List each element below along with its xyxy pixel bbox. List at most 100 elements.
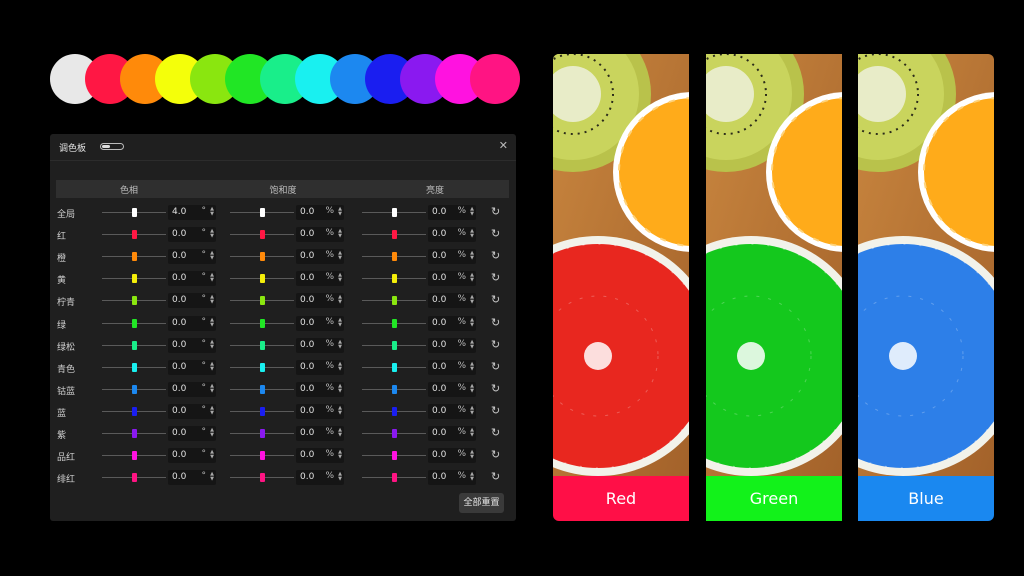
hue-slider-handle[interactable] [132,230,137,240]
stepper-icon[interactable]: ▲ ▼ [470,229,474,239]
sat-slider-handle[interactable] [260,318,265,328]
hue-value-field[interactable]: 0.0 ° ▲ ▼ [168,381,216,397]
stepper-icon[interactable]: ▲ ▼ [210,207,214,217]
color-swatch[interactable] [470,54,520,104]
sat-value-field[interactable]: 0.0% ▲ ▼ [296,249,344,265]
reset-row-icon[interactable]: ↻ [491,316,500,329]
reset-row-icon[interactable]: ↻ [491,448,500,461]
hue-value-field[interactable]: 0.0 ° ▲ ▼ [168,227,216,243]
stepper-icon[interactable]: ▲ ▼ [470,472,474,482]
bri-value-field[interactable]: 0.0% ▲ ▼ [428,205,476,220]
stepper-icon[interactable]: ▲ ▼ [338,229,342,239]
bri-slider-handle[interactable] [392,230,397,240]
bri-slider-handle[interactable] [392,208,397,217]
stepper-icon[interactable]: ▲ ▼ [338,339,342,350]
hue-value-field[interactable]: 0.0 ° ▲ ▼ [168,315,216,331]
hue-slider-handle[interactable] [132,362,137,372]
stepper-icon[interactable]: ▲ ▼ [338,317,342,328]
stepper-icon[interactable]: ▲ ▼ [470,273,474,283]
stepper-icon[interactable]: ▲ ▼ [470,383,474,394]
hue-value-field[interactable]: 0.0 ° ▲ ▼ [168,271,216,287]
reset-row-icon[interactable]: ↻ [491,426,500,439]
stepper-icon[interactable]: ▲ ▼ [210,251,214,261]
stepper-icon[interactable]: ▲ ▼ [338,405,342,416]
sat-slider-handle[interactable] [260,230,265,240]
bri-slider-handle[interactable] [392,274,397,284]
bri-value-field[interactable]: 0.0% ▲ ▼ [428,337,476,353]
hue-slider-handle[interactable] [132,451,137,461]
hue-slider-handle[interactable] [132,318,137,328]
bri-slider-handle[interactable] [392,451,397,461]
hue-slider-handle[interactable] [132,208,137,217]
hue-value-field[interactable]: 0.0 ° ▲ ▼ [168,403,216,419]
bri-value-field[interactable]: 0.0% ▲ ▼ [428,448,476,464]
hue-value-field[interactable]: 0.0 ° ▲ ▼ [168,426,216,441]
sat-value-field[interactable]: 0.0% ▲ ▼ [296,205,344,220]
bri-slider-handle[interactable] [392,296,397,306]
sat-slider-handle[interactable] [260,429,265,438]
sat-slider-handle[interactable] [260,296,265,306]
sat-value-field[interactable]: 0.0% ▲ ▼ [296,359,344,375]
sat-value-field[interactable]: 0.0% ▲ ▼ [296,293,344,309]
bri-value-field[interactable]: 0.0% ▲ ▼ [428,403,476,419]
stepper-icon[interactable]: ▲ ▼ [470,295,474,305]
bri-slider-handle[interactable] [392,429,397,438]
hue-slider-handle[interactable] [132,473,137,483]
stepper-icon[interactable]: ▲ ▼ [210,450,214,460]
reset-row-icon[interactable]: ↻ [491,293,500,306]
stepper-icon[interactable]: ▲ ▼ [338,251,342,261]
sat-slider-handle[interactable] [260,451,265,461]
reset-row-icon[interactable]: ↻ [491,382,500,395]
stepper-icon[interactable]: ▲ ▼ [210,229,214,239]
sat-slider-handle[interactable] [260,252,265,262]
sat-slider-handle[interactable] [260,208,265,217]
hue-slider-handle[interactable] [132,252,137,262]
stepper-icon[interactable]: ▲ ▼ [210,273,214,283]
stepper-icon[interactable]: ▲ ▼ [210,472,214,482]
stepper-icon[interactable]: ▲ ▼ [470,339,474,350]
stepper-icon[interactable]: ▲ ▼ [338,383,342,394]
stepper-icon[interactable]: ▲ ▼ [210,428,214,438]
bri-value-field[interactable]: 0.0% ▲ ▼ [428,271,476,287]
bri-value-field[interactable]: 0.0% ▲ ▼ [428,359,476,375]
reset-row-icon[interactable]: ↻ [491,470,500,483]
reset-row-icon[interactable]: ↻ [491,360,500,373]
close-icon[interactable]: ✕ [499,139,508,152]
stepper-icon[interactable]: ▲ ▼ [210,317,214,328]
sat-value-field[interactable]: 0.0% ▲ ▼ [296,381,344,397]
hue-value-field[interactable]: 0.0 ° ▲ ▼ [168,249,216,265]
stepper-icon[interactable]: ▲ ▼ [210,339,214,350]
bri-value-field[interactable]: 0.0% ▲ ▼ [428,470,476,486]
stepper-icon[interactable]: ▲ ▼ [338,273,342,283]
sat-value-field[interactable]: 0.0% ▲ ▼ [296,271,344,287]
hue-value-field[interactable]: 0.0 ° ▲ ▼ [168,470,216,486]
stepper-icon[interactable]: ▲ ▼ [470,361,474,372]
reset-row-icon[interactable]: ↻ [491,249,500,262]
bri-slider-handle[interactable] [392,406,397,416]
hue-value-field[interactable]: 0.0 ° ▲ ▼ [168,293,216,309]
stepper-icon[interactable]: ▲ ▼ [338,428,342,438]
stepper-icon[interactable]: ▲ ▼ [470,207,474,217]
bri-value-field[interactable]: 0.0% ▲ ▼ [428,249,476,265]
hue-slider-handle[interactable] [132,274,137,284]
sat-value-field[interactable]: 0.0% ▲ ▼ [296,470,344,486]
sat-value-field[interactable]: 0.0% ▲ ▼ [296,337,344,353]
panel-toggle[interactable] [100,143,124,150]
reset-row-icon[interactable]: ↻ [491,271,500,284]
reset-all-button[interactable]: 全部重置 [459,493,504,513]
sat-value-field[interactable]: 0.0% ▲ ▼ [296,315,344,331]
hue-value-field[interactable]: 0.0 ° ▲ ▼ [168,337,216,353]
bri-slider-handle[interactable] [392,362,397,372]
bri-slider-handle[interactable] [392,340,397,350]
hue-slider-handle[interactable] [132,340,137,350]
bri-value-field[interactable]: 0.0% ▲ ▼ [428,381,476,397]
sat-slider-handle[interactable] [260,274,265,284]
hue-slider-handle[interactable] [132,429,137,438]
bri-value-field[interactable]: 0.0% ▲ ▼ [428,227,476,243]
sat-value-field[interactable]: 0.0% ▲ ▼ [296,426,344,441]
stepper-icon[interactable]: ▲ ▼ [210,295,214,305]
hue-value-field[interactable]: 0.0 ° ▲ ▼ [168,359,216,375]
stepper-icon[interactable]: ▲ ▼ [470,317,474,328]
sat-value-field[interactable]: 0.0% ▲ ▼ [296,227,344,243]
reset-row-icon[interactable]: ↻ [491,404,500,417]
